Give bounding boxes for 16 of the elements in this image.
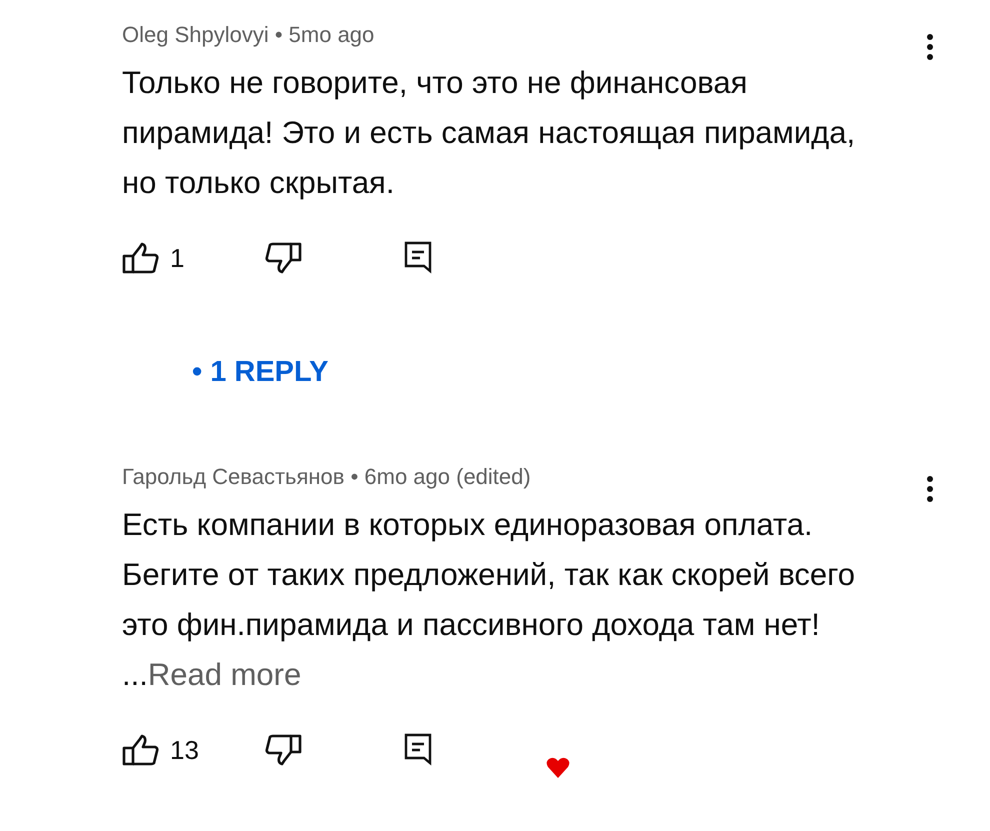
reply-icon[interactable] <box>404 733 432 767</box>
more-options-icon[interactable] <box>926 475 934 503</box>
thumbs-down-icon[interactable] <box>264 734 302 766</box>
like-count: 13 <box>170 734 199 766</box>
comment-meta: Oleg Shpylovyi • 5mo ago <box>122 22 374 48</box>
comment-text: Только не говорите, что это не финансовая пирамида! Это и есть самая настоящая пирамида, но только скрытая. <box>122 64 856 202</box>
read-more-link[interactable]: Read more <box>148 657 302 692</box>
view-replies-link[interactable]: • 1 REPLY <box>192 356 328 389</box>
comment-text: Есть компании в которых единоразовая оплата. Бегите от таких предложений, так как скорей всего это фин.пирамида и пассивного дохода там нет! ...Read more <box>122 506 856 694</box>
like-count: 1 <box>170 242 184 274</box>
thumbs-up-icon[interactable] <box>122 734 160 766</box>
comment-meta: Гарольд Севастьянов • 6mo ago (edited) <box>122 464 531 490</box>
thumbs-up-icon[interactable] <box>122 242 160 274</box>
thumbs-down-icon[interactable] <box>264 242 302 274</box>
more-options-icon[interactable] <box>926 33 934 61</box>
reply-icon[interactable] <box>404 241 432 275</box>
